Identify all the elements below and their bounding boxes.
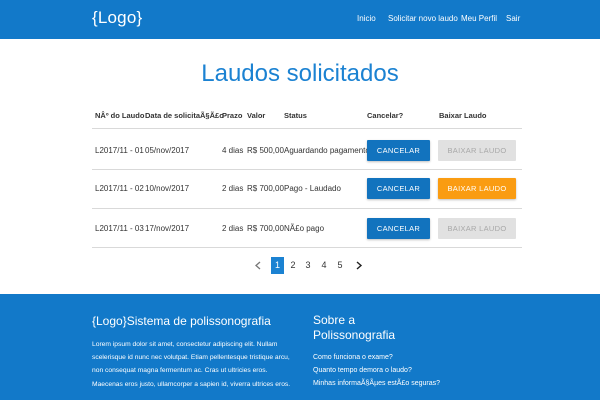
cell-laudo: L2017/11 - 02 xyxy=(95,184,144,193)
header-valor: Valor xyxy=(247,111,266,120)
cell-data: 05/nov/2017 xyxy=(145,146,190,155)
header-numero-laudo: NÂº do Laudo xyxy=(95,111,145,120)
page-1[interactable]: 1 xyxy=(271,257,284,274)
footer-link-como-funciona[interactable]: Como funciona o exame? xyxy=(313,354,393,361)
page-title: Laudos solicitados xyxy=(201,60,399,87)
cell-data: 17/nov/2017 xyxy=(145,224,190,233)
page-2[interactable]: 2 xyxy=(287,257,299,274)
download-report-button[interactable]: BAIXAR LAUDO xyxy=(438,178,516,199)
nav-link-meu-perfil[interactable]: Meu Perfil xyxy=(461,14,497,23)
header-data-solicitacao: Data de solicitaÃ§Ã£o xyxy=(145,111,224,120)
header-cancelar: Cancelar? xyxy=(367,111,404,120)
cell-status: Pago - Laudado xyxy=(284,184,341,193)
footer-text-line: Maecenas eros justo, ullamcorper a sapie… xyxy=(92,380,291,388)
download-report-button: BAIXAR LAUDO xyxy=(438,140,516,161)
footer-text-line: Lorem ipsum dolor sit amet, consectetur … xyxy=(92,341,278,348)
footer-text-line: scelerisque id nunc nec volutpat. Etiam … xyxy=(92,354,290,362)
cell-prazo: 4 dias xyxy=(222,146,244,155)
cell-valor: R$ 700,00 xyxy=(247,184,284,193)
cell-valor: R$ 700,00 xyxy=(247,224,284,233)
footer-about-heading: Sobre a Polissonografia xyxy=(313,313,396,342)
navbar: {Logo} Inicio Solicitar novo laudo Meu P… xyxy=(0,0,600,39)
download-report-button: BAIXAR LAUDO xyxy=(438,218,516,239)
page-4[interactable]: 4 xyxy=(318,257,330,274)
cell-data: 10/nov/2017 xyxy=(145,184,190,193)
row-divider xyxy=(92,128,522,129)
logo[interactable]: {Logo} xyxy=(92,8,142,28)
footer-description: Lorem ipsum dolor sit amet, consectetur … xyxy=(92,338,302,391)
cell-valor: R$ 500,00 xyxy=(247,146,284,155)
chevron-right-icon[interactable] xyxy=(353,257,365,274)
header-baixar-laudo: Baixar Laudo xyxy=(439,111,487,120)
row-divider xyxy=(92,247,522,248)
cell-prazo: 2 dias xyxy=(222,224,244,233)
row-divider xyxy=(92,169,522,170)
nav-link-sair[interactable]: Sair xyxy=(506,14,520,23)
cell-laudo: L2017/11 - 01 xyxy=(95,146,144,155)
nav-link-solicitar-novo-laudo[interactable]: Solicitar novo laudo xyxy=(388,14,458,23)
footer-link-tempo-laudo[interactable]: Quanto tempo demora o laudo? xyxy=(313,367,412,374)
cell-status: NÃ£o pago xyxy=(284,224,325,233)
cancel-button[interactable]: CANCELAR xyxy=(367,218,430,239)
page-5[interactable]: 5 xyxy=(334,257,346,274)
cell-laudo: L2017/11 - 03 xyxy=(95,224,144,233)
cancel-button[interactable]: CANCELAR xyxy=(367,140,430,161)
footer-link-informacoes-seguras[interactable]: Minhas informaÃ§Ãµes estÃ£o seguras? xyxy=(313,380,440,387)
cell-prazo: 2 dias xyxy=(222,184,244,193)
cell-status: Aguardando pagamento xyxy=(284,146,370,155)
row-divider xyxy=(92,208,522,209)
footer-title: {Logo}Sistema de polissonografia xyxy=(92,314,271,328)
footer: {Logo}Sistema de polissonografia Lorem i… xyxy=(0,294,600,400)
header-prazo: Prazo xyxy=(222,111,243,120)
footer-text-line: non consequat magna fermentum ac. Cras u… xyxy=(92,367,268,375)
cancel-button[interactable]: CANCELAR xyxy=(367,178,430,199)
page-3[interactable]: 3 xyxy=(302,257,314,274)
nav-link-inicio[interactable]: Inicio xyxy=(357,14,376,23)
chevron-left-icon[interactable] xyxy=(252,257,264,274)
header-status: Status xyxy=(284,111,307,120)
